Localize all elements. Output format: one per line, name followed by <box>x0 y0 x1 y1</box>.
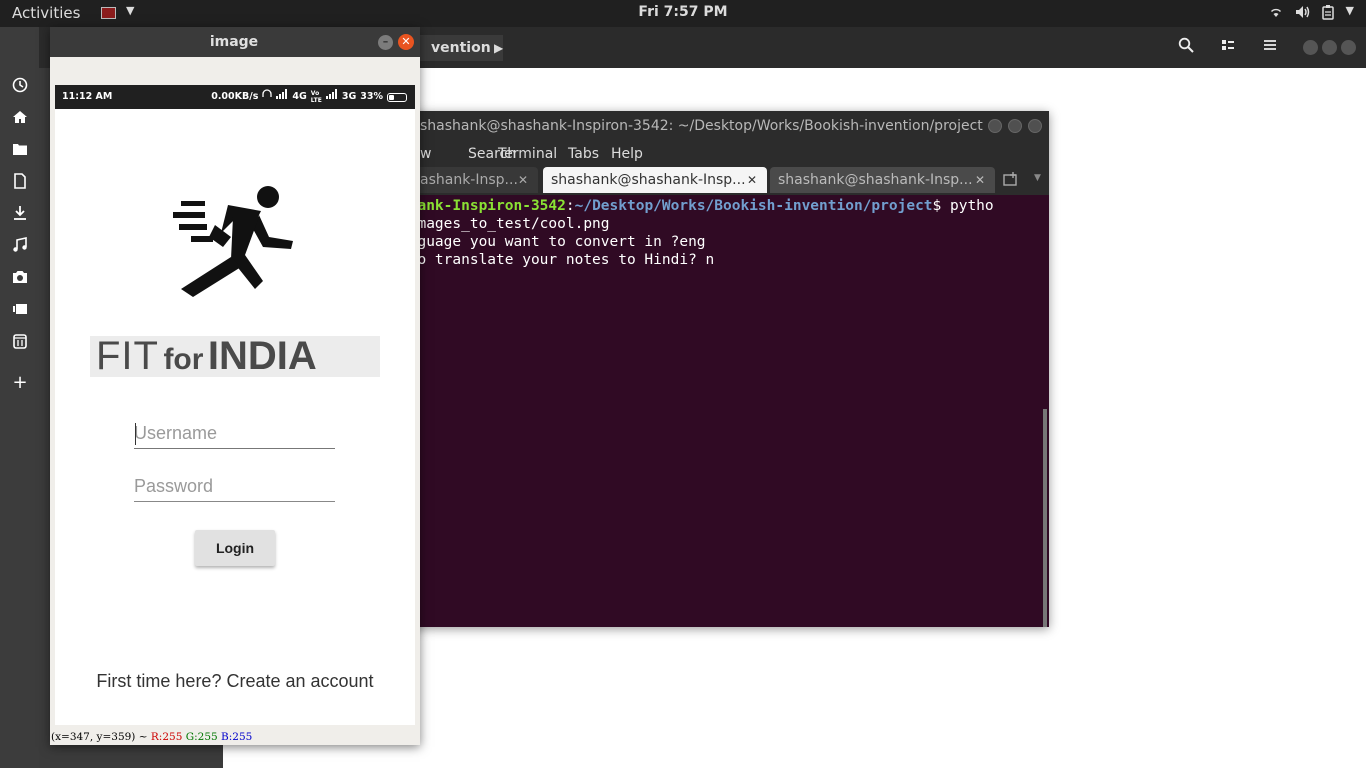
image-viewer-window[interactable]: image – ✕ 11:12 AM 0.00KB/s 4G VoLTE 3G <box>50 27 420 745</box>
logo-for: for <box>163 343 204 376</box>
phone-status-bar: 11:12 AM 0.00KB/s 4G Vo LTE 3G 33% <box>55 85 415 109</box>
logo-fit: FIT <box>96 334 159 378</box>
network-3g: 3G <box>341 91 357 102</box>
menu-tabs[interactable]: Tabs <box>568 141 599 167</box>
pixel-coordinates: (x=347, y=359) ~ <box>51 731 148 743</box>
terminal-titlebar[interactable]: shashank@shashank-Inspiron-3542: ~/Deskt… <box>400 111 1049 141</box>
login-button[interactable]: Login <box>195 530 275 566</box>
maximize-button[interactable] <box>1322 40 1337 55</box>
viewer-status-bar: (x=347, y=359) ~ R:255 G:255 B:255 <box>50 730 420 745</box>
terminal-line: to translate your notes to Hindi? n <box>400 252 715 268</box>
phone-screenshot: 11:12 AM 0.00KB/s 4G Vo LTE 3G 33% FIT f… <box>55 85 415 725</box>
terminal-tab[interactable]: shashank@shashank-Insp... ✕ <box>770 167 995 193</box>
chevron-right-icon[interactable]: ▶ <box>494 35 503 61</box>
username-input[interactable] <box>134 419 335 449</box>
close-button[interactable] <box>1341 40 1356 55</box>
folder-icon[interactable] <box>10 141 30 161</box>
logo-india: INDIA <box>207 334 317 378</box>
menu-help[interactable]: Help <box>611 141 643 167</box>
text-cursor <box>135 423 136 445</box>
terminal-tab[interactable]: ashank-Insp... ✕ <box>400 167 538 193</box>
top-bar: Activities ▼ Fri 7:57 PM ▼ <box>0 0 1366 27</box>
password-input[interactable] <box>134 472 335 502</box>
network-4g: 4G <box>292 91 307 102</box>
phone-time: 11:12 AM <box>62 91 113 102</box>
close-icon[interactable]: ✕ <box>747 167 757 193</box>
volte-icon: Vo LTE <box>310 90 322 104</box>
battery-percent: 33% <box>360 91 383 102</box>
battery-icon <box>387 92 407 102</box>
add-location-icon[interactable]: + <box>10 373 30 393</box>
minimize-button[interactable]: – <box>378 35 393 50</box>
view-list-icon[interactable] <box>1215 35 1241 61</box>
network-speed: 0.00KB/s <box>211 91 259 102</box>
chevron-down-icon[interactable]: ▼ <box>1346 4 1354 24</box>
prompt-command: $ pytho <box>932 198 994 214</box>
recent-icon[interactable] <box>10 77 30 97</box>
tab-label: shashank@shashank-Insp... <box>778 172 973 188</box>
terminal-tabbar: ashank-Insp... ✕ shashank@shashank-Insp.… <box>400 167 1049 195</box>
menu-terminal[interactable]: Terminal <box>498 141 557 167</box>
volume-icon[interactable] <box>1294 4 1310 24</box>
trash-icon[interactable] <box>10 333 30 353</box>
signal-icon <box>325 85 338 109</box>
video-icon[interactable] <box>10 301 30 321</box>
viewer-titlebar[interactable]: image – ✕ <box>50 27 420 57</box>
menu-view[interactable]: w <box>420 141 431 167</box>
create-account-link[interactable]: First time here? Create an account <box>55 671 415 692</box>
terminal-line: /images_to_test/cool.png <box>400 216 610 232</box>
document-icon[interactable] <box>10 173 30 193</box>
prompt-user: shank-Inspiron-3542 <box>400 198 566 214</box>
clock[interactable]: Fri 7:57 PM <box>0 4 1366 20</box>
terminal-menubar: w Search Terminal Tabs Help <box>400 141 1049 167</box>
wifi-icon[interactable] <box>1268 4 1284 24</box>
clipboard-icon[interactable] <box>1320 4 1336 24</box>
scrollbar[interactable] <box>1043 409 1047 627</box>
terminal-line: anguage you want to convert in ?eng <box>400 234 706 250</box>
system-tray[interactable]: ▼ <box>1268 4 1354 24</box>
hamburger-menu-icon[interactable] <box>1257 35 1283 61</box>
battery-fill <box>389 94 394 100</box>
signal-icon <box>276 85 288 109</box>
dock: + <box>0 27 39 768</box>
close-button[interactable] <box>1028 119 1042 133</box>
music-icon[interactable] <box>10 237 30 257</box>
tab-label: shashank@shashank-Insp... <box>551 172 746 188</box>
pixel-green: G:255 <box>185 731 218 743</box>
minimize-button[interactable] <box>1303 40 1318 55</box>
close-icon[interactable]: ✕ <box>975 167 985 193</box>
new-tab-icon[interactable] <box>1003 171 1019 191</box>
terminal-title: shashank@shashank-Inspiron-3542: ~/Deskt… <box>420 118 983 134</box>
minimize-button[interactable] <box>988 119 1002 133</box>
phone-status-icons: 0.00KB/s 4G Vo LTE 3G 33% <box>211 85 407 109</box>
logo-wordmark: FIT for INDIA <box>90 336 380 377</box>
prompt-path: ~/Desktop/Works/Bookish-invention/projec… <box>574 198 933 214</box>
terminal-tab-active[interactable]: shashank@shashank-Insp... ✕ <box>543 167 767 193</box>
pixel-blue: B:255 <box>221 731 253 743</box>
close-button[interactable]: ✕ <box>398 34 414 50</box>
search-icon[interactable] <box>1173 35 1199 61</box>
home-icon[interactable] <box>10 109 30 129</box>
terminal-window[interactable]: shashank@shashank-Inspiron-3542: ~/Deskt… <box>400 111 1049 627</box>
pixel-red: R:255 <box>150 731 183 743</box>
tab-label: ashank-Insp... <box>420 172 518 188</box>
terminal-output[interactable]: shank-Inspiron-3542:~/Desktop/Works/Book… <box>400 195 1049 627</box>
breadcrumb[interactable]: vention <box>419 35 503 61</box>
chevron-down-icon[interactable]: ▼ <box>1034 173 1041 183</box>
running-man-logo-icon <box>173 186 293 297</box>
logo-text: FIT for INDIA <box>90 336 380 377</box>
headphones-icon <box>262 85 273 109</box>
viewer-title: image <box>209 34 259 50</box>
camera-icon[interactable] <box>10 269 30 289</box>
close-icon[interactable]: ✕ <box>518 167 528 193</box>
download-icon[interactable] <box>10 205 30 225</box>
maximize-button[interactable] <box>1008 119 1022 133</box>
